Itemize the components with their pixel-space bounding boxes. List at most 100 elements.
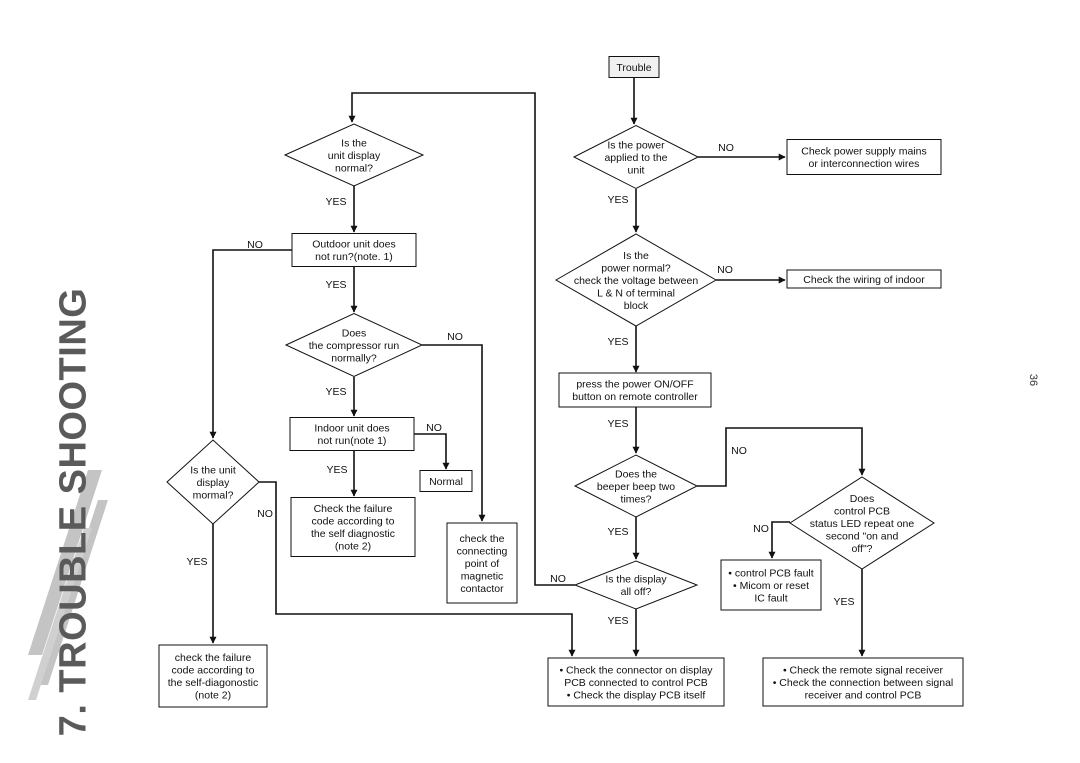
node-text-line: Check the wiring of indoor (803, 274, 925, 286)
node-text-line: magnetic (461, 570, 504, 582)
node-text-line: press the power ON/OFF (576, 379, 693, 391)
node-text-line: applied to the (604, 152, 667, 164)
node-text-line: Does (342, 327, 367, 339)
node-text-line: connecting (457, 545, 508, 557)
troubleshooting-flowchart: Trouble Is the powerapplied to theunit Che… (158, 56, 964, 708)
edge-label-power-normal-no: NO (717, 264, 733, 276)
edge-label-outdoor-yes: YES (325, 279, 346, 291)
node-text-line: power normal? (601, 262, 671, 274)
node-unit-display-mormal: Is the unitdisplaymormal? (166, 439, 260, 525)
node-text-line: second "on and (826, 530, 899, 542)
node-beeper: Does thebeeper beep twotimes? (573, 454, 699, 518)
node-text-line: all off? (621, 586, 652, 598)
node-text-line: Is the power (607, 139, 665, 151)
node-text-line: mormal? (193, 489, 234, 501)
node-text-line: Is the unit (190, 464, 236, 476)
node-text-line: receiver and control PCB (805, 689, 922, 701)
node-text-line: normal? (335, 162, 373, 174)
connector-arrow (209, 249, 292, 439)
node-text-line: Does (850, 493, 875, 505)
edge-label-press-onoff-yes: YES (607, 418, 628, 430)
node-text-line: Is the display (605, 574, 667, 586)
node-text-line: beeper beep two (597, 481, 675, 493)
node-text-line: Check power supply mains (801, 146, 926, 158)
node-text-line: display (197, 477, 230, 489)
node-text-line: code according to (312, 516, 395, 528)
node-unit-display-normal: Is theunit displaynormal? (283, 123, 425, 187)
edge-label-power-applied-yes: YES (607, 194, 628, 206)
edge-label-display-all-off-yes: YES (607, 615, 628, 627)
node-text-line: status LED repeat one (810, 518, 915, 530)
node-text-line: or interconnection wires (809, 158, 920, 170)
edge-label-power-applied-no: NO (718, 142, 734, 154)
node-text-line: • control PCB fault (728, 567, 813, 579)
node-text-line: • Check the connector on display (559, 664, 713, 676)
node-text-line: Outdoor unit does (312, 239, 395, 251)
edge-label-pcb-led-yes: YES (833, 596, 854, 608)
node-text-line: (note 2) (195, 690, 231, 702)
node-text-line: normally? (331, 352, 377, 364)
edge-label-display-all-off-no: NO (550, 573, 566, 585)
node-check-connector: • Check the connector on displayPCB conn… (547, 657, 725, 707)
node-power-applied: Is the powerapplied to theunit (572, 124, 700, 190)
edge-label-beeper-yes: YES (607, 526, 628, 538)
node-outdoor-not-run: Outdoor unit doesnot run?(note. 1) (291, 233, 417, 267)
node-text-line: • Check the display PCB itself (567, 689, 706, 701)
node-text-line: times? (621, 493, 652, 505)
edge-label-beeper-no: NO (731, 445, 747, 457)
edge-label-power-normal-yes: YES (607, 336, 628, 348)
node-text-line: L & N of terminal (597, 287, 675, 299)
node-text-line: block (624, 300, 649, 312)
edge-label-outdoor-no: NO (247, 239, 263, 251)
node-text-line: Check the failure (314, 503, 393, 515)
node-text-line: • Micom or reset (733, 580, 809, 592)
node-check-failure-code-2: check the failurecode according tothe se… (158, 644, 268, 708)
node-text-line: not run(note 1) (318, 435, 387, 447)
connector-arrow (414, 433, 450, 470)
node-text-line: not run?(note. 1) (315, 251, 393, 263)
edge-label-unit-display-yes: YES (325, 196, 346, 208)
node-trouble: Trouble (608, 56, 660, 78)
edge-label-pcb-led-no: NO (753, 523, 769, 535)
node-text-line: unit (628, 164, 645, 176)
node-check-magnetic: check theconnectingpoint ofmagneticconta… (446, 522, 518, 604)
node-text-line: • Check the connection between signal (773, 677, 954, 689)
node-compressor: Doesthe compressor runnormally? (284, 312, 424, 378)
node-text-line: code according to (172, 665, 255, 677)
node-text-line: Is the (623, 250, 649, 262)
node-text-line: PCB connected to control PCB (564, 677, 708, 689)
node-text-line: control PCB (834, 505, 890, 517)
node-text-line: the compressor run (309, 340, 400, 352)
connector-arrow (768, 521, 790, 559)
node-check-failure-code: Check the failurecode according tothe se… (290, 497, 416, 557)
node-text-line: Trouble (616, 62, 651, 74)
node-text-line: Indoor unit does (314, 423, 389, 435)
edge-label-compressor-yes: YES (325, 386, 346, 398)
node-power-normal: Is thepower normal?check the voltage bet… (554, 233, 718, 327)
node-text-line: Is the (341, 137, 367, 149)
node-normal: Normal (419, 470, 473, 492)
edge-label-mormal-yes: YES (186, 556, 207, 568)
connector-arrow (697, 427, 866, 487)
node-text-line: check the voltage between (574, 275, 698, 287)
node-text-line: • Check the remote signal receiver (783, 664, 944, 676)
node-text-line: Does the (615, 468, 657, 480)
node-indoor-not-run: Indoor unit doesnot run(note 1) (289, 417, 415, 451)
node-press-onoff: press the power ON/OFFbutton on remote c… (558, 372, 712, 408)
node-text-line: button on remote controller (572, 391, 698, 403)
edge-label-mormal-no: NO (257, 508, 273, 520)
node-check-remote: • Check the remote signal receiver• Chec… (762, 657, 964, 707)
node-text-line: unit display (328, 150, 381, 162)
node-text-line: point of (465, 558, 500, 570)
node-text-line: off"? (851, 543, 872, 555)
node-text-line: (note 2) (335, 541, 371, 553)
node-text-line: the self diagnostic (311, 528, 395, 540)
node-pcb-led: Doescontrol PCBstatus LED repeat oneseco… (789, 476, 935, 570)
node-text-line: IC fault (754, 592, 787, 604)
node-pcb-fault: • control PCB fault• Micom or resetIC fa… (720, 559, 822, 611)
node-check-wiring: Check the wiring of indoor (786, 269, 942, 289)
node-text-line: check the failure (175, 652, 252, 664)
node-text-line: contactor (460, 583, 504, 595)
edge-label-indoor-yes: YES (326, 464, 347, 476)
node-text-line: Normal (429, 476, 463, 488)
